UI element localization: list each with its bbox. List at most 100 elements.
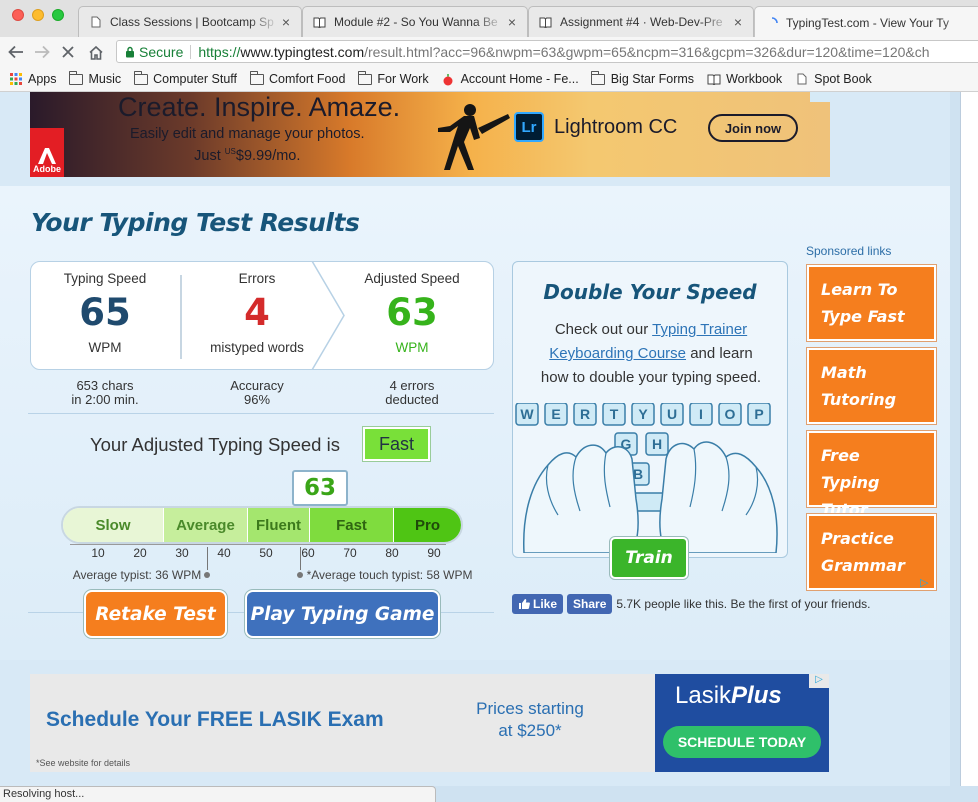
chars-line1: 653 chars — [76, 378, 134, 393]
keyboard-key-label: E — [551, 406, 560, 422]
adchoices-icon[interactable]: ▷ — [920, 576, 934, 589]
zoom-window-button[interactable] — [52, 9, 64, 21]
average-touch-typist-dot-icon — [296, 572, 303, 578]
like-label: Like — [533, 597, 558, 611]
close-tab-icon[interactable]: × — [505, 15, 519, 29]
lasik-brand-b: Plus — [731, 682, 782, 709]
folder-icon — [69, 70, 84, 86]
tab-typingtest[interactable]: TypingTest.com - View Your Ty — [754, 6, 978, 38]
adobe-logo: Adobe — [30, 128, 64, 177]
scale-tick-label: 70 — [343, 546, 357, 560]
train-button[interactable]: Train — [610, 537, 688, 579]
sponsored-link-free-typing-tutor[interactable]: Free Typing Tutor — [807, 431, 936, 519]
url-host: www.typingtest.com — [240, 43, 365, 60]
average-touch-typist-pin — [299, 547, 301, 570]
adobe-ad-banner[interactable]: Adobe Create. Inspire. Amaze. Easily edi… — [30, 92, 830, 177]
bookmark-spot-book[interactable]: Spot Book — [794, 72, 872, 86]
adjusted-speed-value: 63 — [386, 291, 438, 334]
tab-class-sessions[interactable]: Class Sessions | Bootcamp Sp × — [78, 6, 302, 37]
scale-tick-label: 10 — [91, 546, 105, 560]
adjusted-speed-stat: Adjusted Speed 63 WPM — [336, 261, 488, 370]
keyboard-key-label: H — [652, 436, 662, 452]
address-bar[interactable]: Secure https://www.typingtest.com/result… — [116, 40, 978, 63]
scale-segment-slow: Slow — [63, 508, 163, 542]
accuracy-line2: 96% — [243, 392, 271, 407]
promo-text-prefix: Check out our — [554, 321, 649, 338]
errors-value: 4 — [244, 291, 270, 334]
forward-button[interactable] — [32, 42, 52, 62]
errors-deducted-line2: deducted — [385, 392, 439, 407]
lasik-footnote: *See website for details — [36, 758, 131, 768]
speed-marker: 63 — [292, 470, 348, 506]
scale-tick-label: 40 — [217, 546, 231, 560]
close-tab-icon[interactable]: × — [731, 15, 745, 29]
keyboarding-course-link[interactable]: Keyboarding Course — [549, 345, 686, 362]
average-touch-typist-note: *Average touch typist: 58 WPM — [306, 568, 473, 582]
scale-segment-fast: Fast — [309, 508, 393, 542]
join-now-button[interactable]: Join now — [708, 114, 798, 142]
scale-tick-label: 50 — [259, 546, 273, 560]
tab-assignment-4[interactable]: Assignment #4 · Web-Dev-Pre × — [528, 6, 754, 37]
errors-unit: mistyped words — [210, 340, 304, 355]
bookmark-label: Music — [88, 72, 122, 86]
bookmark-workbook[interactable]: Workbook — [706, 72, 782, 86]
scale-segment-pro: Pro — [393, 508, 461, 542]
tab-title: Assignment #4 · Web-Dev-Pre — [560, 15, 723, 29]
page-title: Your Typing Test Results — [31, 208, 360, 237]
book-icon — [313, 16, 326, 29]
status-bar: Resolving host... — [0, 786, 436, 802]
adchoices-icon[interactable] — [810, 92, 830, 102]
ad-headline: Create. Inspire. Amaze. — [118, 92, 401, 122]
scale-tick-label: 80 — [385, 546, 399, 560]
minimize-window-button[interactable] — [32, 9, 44, 21]
sponsored-link-math-tutoring[interactable]: Math Tutoring — [807, 348, 936, 424]
adchoices-icon[interactable]: ▷ — [809, 674, 829, 688]
home-icon — [89, 45, 103, 60]
keyboard-key-label: T — [610, 406, 619, 422]
bookmark-for-work[interactable]: For Work — [357, 70, 429, 86]
sponsored-link-practice-grammar[interactable]: Practice Grammar — [807, 514, 936, 590]
accuracy-line1: Accuracy — [230, 378, 284, 393]
facebook-social-row: Like Share 5.7K people like this. Be the… — [512, 594, 871, 614]
scale-tick-label: 20 — [133, 546, 147, 560]
bookmark-apps[interactable]: Apps — [8, 72, 57, 86]
bookmark-computer-stuff[interactable]: Computer Stuff — [133, 70, 237, 86]
keyboard-key-label: P — [754, 406, 763, 422]
lightroom-icon: Lr — [514, 112, 544, 142]
close-tab-icon[interactable]: × — [279, 15, 293, 29]
back-button[interactable] — [6, 42, 26, 62]
tab-module-2[interactable]: Module #2 - So You Wanna Be × — [302, 6, 528, 37]
bookmark-account-home[interactable]: Account Home - Fe... — [441, 72, 579, 86]
sponsored-link-learn-to-type[interactable]: Learn To Type Fast — [807, 265, 936, 341]
url-path: /result.html?acc=96&nwpm=63&gwpm=65&ncpm… — [364, 43, 930, 60]
lasik-price: Prices starting at $250* — [460, 698, 600, 742]
url-scheme: https:// — [198, 43, 241, 60]
close-window-button[interactable] — [12, 9, 24, 21]
play-typing-game-button[interactable]: Play Typing Game — [247, 592, 438, 636]
scale-tick-label: 60 — [301, 546, 315, 560]
bookmarks-bar: Apps Music Computer Stuff Comfort Food F… — [0, 67, 978, 92]
retake-test-button[interactable]: Retake Test — [86, 592, 225, 636]
back-arrow-icon — [8, 45, 23, 59]
facebook-like-button[interactable]: Like — [512, 594, 564, 614]
stop-button[interactable] — [58, 42, 78, 62]
keyboard-key-label: U — [667, 406, 677, 422]
apps-grid-icon — [8, 73, 23, 86]
facebook-share-button[interactable]: Share — [567, 594, 613, 614]
scale-tick-label: 90 — [427, 546, 441, 560]
adjusted-speed-sentence: Your Adjusted Typing Speed is — [90, 434, 340, 455]
schedule-today-button[interactable]: SCHEDULE TODAY — [663, 726, 821, 758]
chars-line2: in 2:00 min. — [71, 392, 139, 407]
home-button[interactable] — [86, 42, 106, 62]
lasik-ad-banner[interactable]: Schedule Your FREE LASIK Exam Prices sta… — [30, 674, 829, 772]
typing-trainer-link[interactable]: Typing Trainer — [652, 321, 747, 338]
scale-ticks: 10 20 30 40 50 60 70 80 90 — [84, 546, 454, 562]
bookmark-music[interactable]: Music — [69, 70, 122, 86]
folder-icon — [591, 70, 606, 86]
bookmark-big-star-forms[interactable]: Big Star Forms — [591, 70, 694, 86]
bookmark-comfort-food[interactable]: Comfort Food — [249, 70, 345, 86]
speed-rating-badge: Fast — [363, 427, 430, 461]
lock-icon — [126, 46, 134, 57]
typing-speed-stat: Typing Speed 65 WPM — [30, 261, 180, 370]
chars-summary: 653 chars in 2:00 min. — [30, 379, 180, 407]
